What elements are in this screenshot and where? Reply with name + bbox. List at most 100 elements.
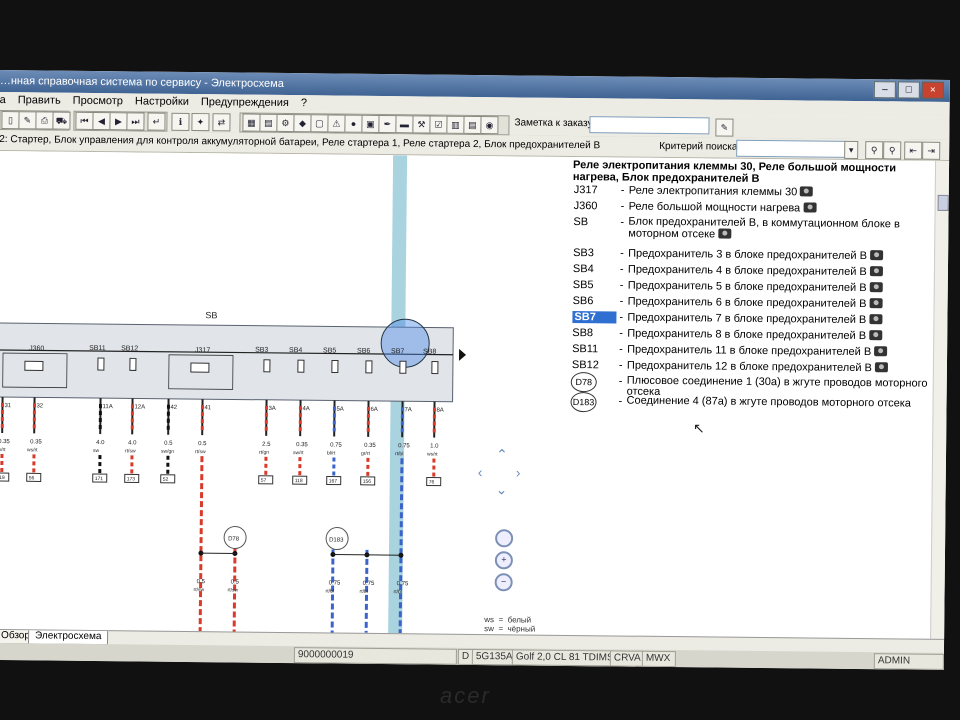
menu-file[interactable]: а [0,94,6,106]
legend-item[interactable]: SB6 - Предохранитель 6 в блоке предохранит… [572,295,932,310]
legend-description-text: Предохранитель 8 в блоке предохранителей… [627,327,867,343]
pan-up-icon[interactable]: ⌃ [496,446,508,463]
chevron-down-icon[interactable]: ▾ [844,140,859,159]
legend-item[interactable]: SB8 - Предохранитель 8 в блоке предохранит… [571,327,931,342]
globe-icon[interactable]: ● [344,114,363,133]
wire-color-label: gr/rt [361,451,371,457]
legend-item[interactable]: SB5 - Предохранитель 5 в блоке предохранит… [572,279,932,294]
sheet-icon[interactable]: ▤ [463,115,482,135]
legend-item[interactable]: D78- Плюсовое соединение 1 (30a) в жгуте … [570,371,931,398]
menu-edit[interactable]: Править [18,94,61,106]
camera-icon[interactable] [869,330,883,341]
camera-icon[interactable] [800,186,814,197]
info-icon[interactable]: ℹ [171,112,190,131]
fuse-label: SB6 [357,348,370,355]
lower-wire-size-label: 0.5 [197,579,206,585]
legend-description: Предохранитель 6 в блоке предохранителей… [628,296,938,311]
wire-ref-label[interactable]: 118 [295,478,303,484]
bulb-icon[interactable]: ✦ [191,113,210,132]
zoom-out-icon[interactable]: − [494,573,513,592]
first-icon[interactable]: ⏮ [75,111,94,130]
wire-pin-label: 5A [336,407,343,413]
camera-icon[interactable] [869,314,883,325]
prev-icon[interactable]: ◀ [92,111,111,131]
wire-ref-label[interactable]: 119 [0,475,5,481]
fuse-symbol [297,359,305,373]
wire-ref-label[interactable]: 171 [95,476,104,482]
wire-ref-label[interactable]: 76 [429,480,435,486]
pan-down-icon[interactable]: ⌄ [496,481,508,498]
selection-marker [380,318,430,368]
pan-right-icon[interactable]: › [516,464,521,480]
menu-view[interactable]: Просмотр [73,95,123,108]
warning-icon[interactable]: ⚠ [327,114,346,133]
legend-item[interactable]: SB4 - Предохранитель 4 в блоке предохранит… [572,263,932,278]
order-note-input[interactable] [589,116,710,135]
camera-icon[interactable] [874,346,888,357]
menu-warnings[interactable]: Предупреждения [201,96,289,109]
legend-description: Предохранитель 5 в блоке предохранителей… [628,280,938,295]
search-criteria-select[interactable] [736,139,847,158]
wrench-icon[interactable]: ⚙ [276,113,295,133]
color-key-name: белый [507,615,532,625]
legend-item[interactable]: SB - Блок предохранителей B, в коммутацион… [573,216,933,241]
wire-ref-label[interactable]: 57 [261,478,267,484]
scrollbar-thumb[interactable] [937,194,949,211]
camera-icon[interactable] [869,298,883,309]
camera-icon[interactable] [803,202,817,213]
pan-left-icon[interactable]: ‹ [478,464,483,480]
maximize-button[interactable]: □ [897,81,920,99]
next-icon[interactable]: ▶ [109,112,128,131]
return-icon[interactable]: ↵ [147,112,166,131]
search-prev-icon[interactable]: ⇤ [904,141,923,160]
doc-icon[interactable]: ▥ [446,115,465,134]
edit-icon[interactable]: ✎ [18,111,37,130]
wiring-diagram[interactable]: SB J360 J317 SB11 SB12 SB3 SB4 SB5 SB6 SB7 SB8 … [0,150,568,635]
new-icon[interactable]: ▯ [1,111,20,130]
legend-item[interactable]: SB7- Предохранитель 7 в блоке предохранит… [572,311,932,326]
search-filter-icon[interactable]: ⚲ [883,141,902,160]
swap-icon[interactable]: ⇄ [212,113,231,132]
list-icon[interactable]: ▤ [259,113,278,132]
lower-wire-size-label: 0.75 [363,581,375,587]
tool-icon[interactable]: ⚒ [412,115,431,134]
cart-icon[interactable]: ▣ [361,114,380,133]
wire-ref-label[interactable]: 56 [29,475,35,481]
legend-item[interactable]: SB12 - Предохранитель 12 в блоке предохран… [571,359,931,374]
legend-item[interactable]: SB11 - Предохранитель 11 в блоке предохран… [571,343,931,358]
wire-size-label: 0.5 [198,441,207,447]
camera-icon[interactable] [869,266,883,277]
car-side-icon[interactable]: ▬ [395,115,414,134]
eraser-icon[interactable]: ◆ [293,114,312,133]
wire-ref-label[interactable]: 173 [127,476,136,482]
print-icon[interactable]: ⎙ [35,111,54,130]
search-go-icon[interactable]: ⚲ [865,141,884,160]
close-button[interactable]: × [921,81,944,99]
minimize-button[interactable]: – [873,81,896,99]
camera-icon[interactable] [718,228,732,239]
legend-description-text: Предохранитель 7 в блоке предохранителей… [627,311,867,327]
zoom-in-icon[interactable]: + [494,551,513,570]
zoom-fit-icon[interactable] [495,529,514,548]
order-note-label: Заметка к заказу: [514,117,596,130]
camera-icon[interactable] [869,250,884,261]
car-icon[interactable]: ⛟ [52,111,71,130]
legend-item[interactable]: SB3 - Предохранитель 3 в блоке предохранит… [572,247,932,262]
note-edit-icon[interactable]: ✎ [715,118,734,137]
page-icon[interactable]: ▢ [310,114,329,133]
wire-ref-label[interactable]: 167 [329,478,338,484]
lower-wire-size-label: 0.75 [329,580,341,586]
legend-item[interactable]: J360 - Реле большой мощности нагрева [573,200,933,214]
camera-icon[interactable] [874,362,888,373]
last-icon[interactable]: ⏭ [126,112,145,131]
db-icon[interactable]: ◉ [480,116,499,135]
camera-icon[interactable] [869,282,883,293]
wire-ref-label[interactable]: 52 [163,477,169,483]
menu-settings[interactable]: Настройки [135,95,189,108]
pen-icon[interactable]: ✒ [378,114,397,134]
calc-icon[interactable]: ▦ [242,113,261,132]
menu-help[interactable]: ? [301,97,307,109]
check-icon[interactable]: ☑ [429,115,448,134]
search-next-icon[interactable]: ⇥ [922,141,941,160]
wire-ref-label[interactable]: 156 [363,479,372,485]
